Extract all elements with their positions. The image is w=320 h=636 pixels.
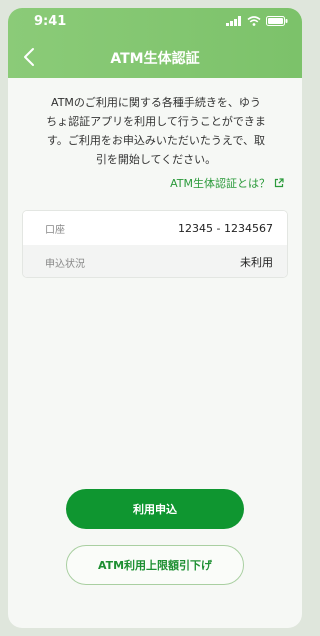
signal-icon bbox=[226, 16, 241, 26]
lower-limit-button[interactable]: ATM利用上限額引下げ bbox=[66, 545, 244, 585]
about-link[interactable]: ATM生体認証とは？ bbox=[170, 175, 284, 191]
about-link-label: ATM生体認証とは？ bbox=[170, 177, 270, 190]
status-value: 未利用 bbox=[240, 256, 273, 269]
account-label: 口座 bbox=[45, 224, 65, 236]
external-link-icon bbox=[274, 178, 284, 188]
status-row: 申込状況 未利用 bbox=[23, 245, 287, 277]
apply-button[interactable]: 利用申込 bbox=[66, 489, 244, 529]
account-row: 口座 12345 - 1234567 bbox=[23, 211, 287, 245]
status-bar: 9:41 bbox=[8, 8, 302, 36]
status-label: 申込状況 bbox=[45, 258, 85, 270]
apply-button-label: 利用申込 bbox=[133, 503, 177, 516]
description-line: ちょ認証アプリを利用して行うことができま bbox=[46, 115, 266, 128]
status-time: 9:41 bbox=[34, 14, 67, 29]
account-value: 12345 - 1234567 bbox=[178, 221, 273, 235]
description-line: す。ご利用をお申込みいただいたうえで、取 bbox=[46, 134, 266, 147]
account-info-card: 口座 12345 - 1234567 申込状況 未利用 bbox=[22, 210, 288, 278]
page-title: ATM生体認証 bbox=[110, 51, 200, 67]
lower-limit-button-label: ATM利用上限額引下げ bbox=[97, 559, 213, 572]
nav-bar: ATM生体認証 bbox=[8, 42, 302, 72]
description-text: ATMのご利用に関する各種手続きを、ゆう ちょ認証アプリを利用して行うことができ… bbox=[34, 93, 278, 169]
wifi-icon bbox=[247, 16, 261, 26]
description-line: 引を開始してください。 bbox=[95, 153, 217, 166]
status-icons bbox=[226, 16, 288, 26]
battery-icon bbox=[266, 16, 288, 26]
phone-screen: 9:41 ATM生体認証 ATMのご利用に関する各種手続きを、ゆう ちょ認証アプ… bbox=[8, 8, 302, 628]
app-header: 9:41 ATM生体認証 bbox=[8, 8, 302, 78]
description-line: ATMのご利用に関する各種手続きを、ゆう bbox=[51, 96, 261, 109]
